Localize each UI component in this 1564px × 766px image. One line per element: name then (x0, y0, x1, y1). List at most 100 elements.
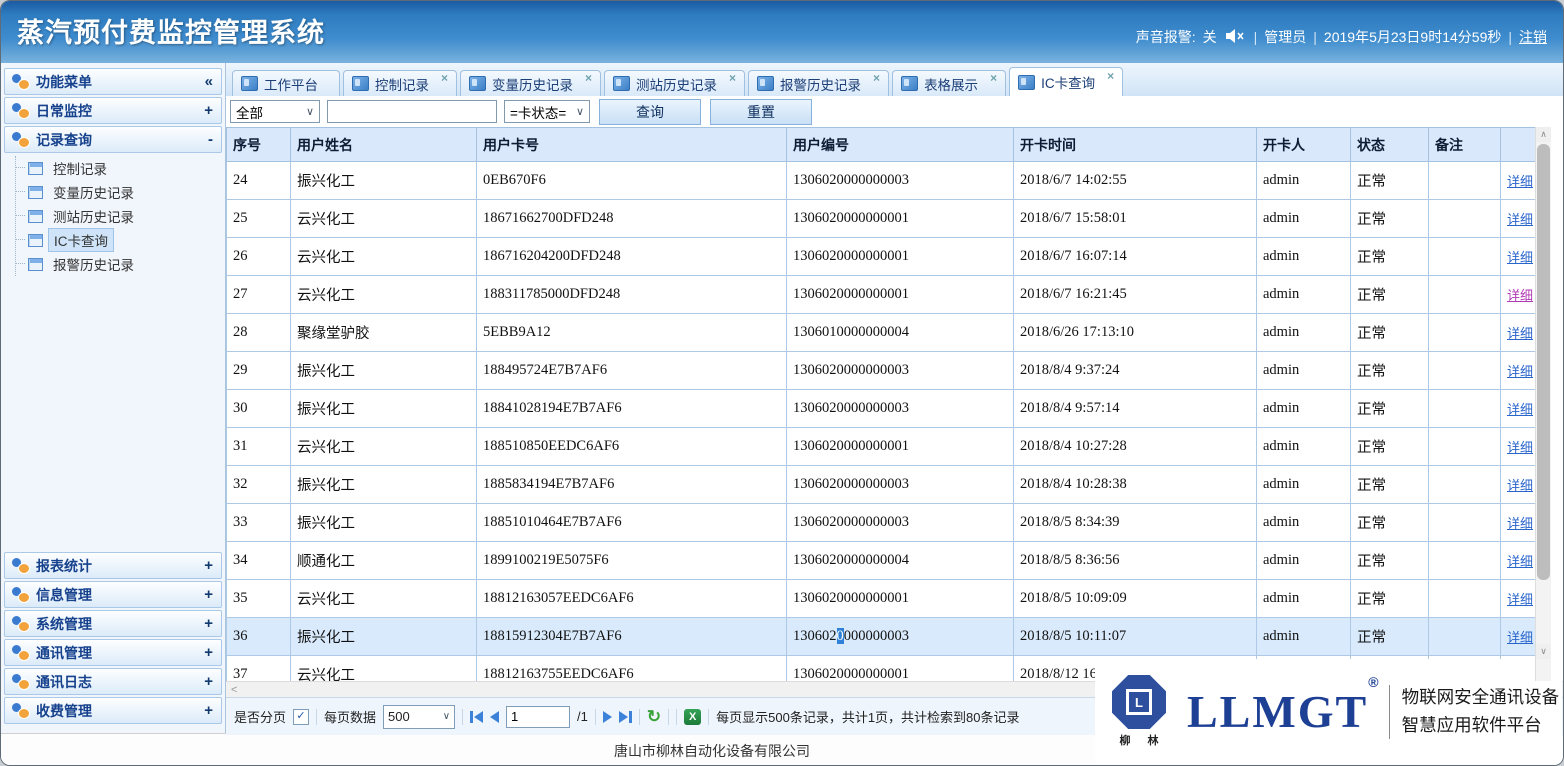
tab-3[interactable]: 测站历史记录× (604, 70, 745, 96)
expand-icon[interactable]: + (204, 102, 213, 119)
reset-button[interactable]: 重置 (710, 99, 812, 125)
tab-5[interactable]: 表格展示× (892, 70, 1006, 96)
sidebar-group-header[interactable]: 信息管理+ (4, 581, 222, 608)
expand-icon[interactable]: + (204, 615, 213, 632)
close-icon[interactable]: × (861, 71, 880, 85)
table-row[interactable]: 36振兴化工18815912304E7B7AF61306020000000003… (227, 618, 1537, 656)
cell-user-no: 1306020000000003 (787, 352, 1014, 390)
table-row[interactable]: 31云兴化工188510850EEDC6AF613060200000000012… (227, 428, 1537, 466)
expand-icon[interactable]: + (204, 644, 213, 661)
close-icon[interactable]: × (429, 71, 448, 85)
close-icon[interactable]: × (978, 71, 997, 85)
app-title: 蒸汽预付费监控管理系统 (17, 11, 325, 50)
sidebar-item-record-2[interactable]: 测站历史记录 (16, 204, 225, 228)
table-row[interactable]: 25云兴化工18671662700DFD24813060200000000012… (227, 200, 1537, 238)
cell-name: 振兴化工 (291, 466, 477, 504)
last-page-icon[interactable] (619, 711, 632, 723)
sidebar-item-ic-card-query[interactable]: IC卡查询 (16, 228, 225, 252)
table-row[interactable]: 28聚缘堂驴胶5EBB9A1213060100000000042018/6/26… (227, 314, 1537, 352)
detail-link[interactable]: 详细 (1507, 478, 1533, 493)
cell-time: 2018/8/4 10:28:38 (1014, 466, 1257, 504)
detail-link[interactable]: 详细 (1507, 174, 1533, 189)
logo-divider (1389, 685, 1390, 739)
expand-icon[interactable]: + (204, 702, 213, 719)
paging-checkbox[interactable]: ✓ (293, 709, 309, 725)
table-row[interactable]: 34顺通化工1899100219E5075F613060200000000042… (227, 542, 1537, 580)
detail-link[interactable]: 详细 (1507, 516, 1533, 531)
table-row[interactable]: 26云兴化工186716204200DFD2481306020000000001… (227, 238, 1537, 276)
search-button[interactable]: 查询 (599, 99, 701, 125)
column-header: 用户姓名 (291, 128, 477, 162)
sidebar-group-header[interactable]: 日常监控+ (4, 97, 222, 124)
category-select[interactable]: 全部 ∨ (230, 100, 320, 123)
table-row[interactable]: 30振兴化工18841028194E7B7AF61306020000000003… (227, 390, 1537, 428)
vertical-scrollbar-thumb[interactable] (1537, 144, 1550, 580)
detail-link[interactable]: 详细 (1507, 364, 1533, 379)
cell-time: 2018/8/5 10:11:07 (1014, 618, 1257, 656)
speaker-mute-icon[interactable] (1226, 29, 1245, 46)
close-icon[interactable]: × (573, 71, 592, 85)
tab-2[interactable]: 变量历史记录× (460, 70, 601, 96)
table-row[interactable]: 29振兴化工188495724E7B7AF6130602000000000320… (227, 352, 1537, 390)
sidebar-group-header[interactable]: 收费管理+ (4, 697, 222, 724)
sidebar-group-header[interactable]: 记录查询- (4, 126, 222, 153)
next-page-icon[interactable] (603, 711, 612, 723)
detail-link[interactable]: 详细 (1507, 402, 1533, 417)
header-status-bar: 声音报警: 关 | 管理员 | 2019年5月23日9时14分59秒 | 注销 (1136, 27, 1547, 47)
detail-link[interactable]: 详细 (1507, 592, 1533, 607)
refresh-icon[interactable]: ↻ (647, 708, 661, 725)
detail-link[interactable]: 详细 (1507, 250, 1533, 265)
detail-link[interactable]: 详细 (1507, 440, 1533, 455)
scroll-left-icon[interactable]: < (226, 684, 237, 696)
tab-0[interactable]: 工作平台 (232, 70, 340, 96)
tab-1[interactable]: 控制记录× (343, 70, 457, 96)
column-header: 用户编号 (787, 128, 1014, 162)
table-row[interactable]: 24振兴化工0EB670F613060200000000032018/6/7 1… (227, 162, 1537, 200)
sidebar-group-header[interactable]: 报表统计+ (4, 552, 222, 579)
logout-link[interactable]: 注销 (1519, 27, 1547, 47)
prev-page-icon[interactable] (490, 711, 499, 723)
first-page-icon[interactable] (470, 711, 483, 723)
detail-link[interactable]: 详细 (1507, 288, 1533, 303)
cell-no: 29 (227, 352, 291, 390)
cell-user-no: 1306020000000001 (787, 276, 1014, 314)
sidebar-group-header[interactable]: 通讯日志+ (4, 668, 222, 695)
excel-export-icon[interactable]: X (684, 709, 701, 725)
card-status-select[interactable]: =卡状态= ∨ (504, 100, 590, 123)
sidebar-item-record-0[interactable]: 控制记录 (16, 156, 225, 180)
sidebar-menu-header[interactable]: 功能菜单 « (4, 68, 222, 95)
table-row[interactable]: 27云兴化工188311785000DFD2481306020000000001… (227, 276, 1537, 314)
detail-link[interactable]: 详细 (1507, 630, 1533, 645)
sidebar-item-label: 测站历史记录 (48, 205, 139, 227)
sidebar-item-record-4[interactable]: 报警历史记录 (16, 252, 225, 276)
collapse-group-icon[interactable]: - (208, 131, 213, 148)
sidebar-item-record-1[interactable]: 变量历史记录 (16, 180, 225, 204)
detail-link[interactable]: 详细 (1507, 554, 1533, 569)
cell-no: 31 (227, 428, 291, 466)
vertical-scrollbar[interactable]: ∧ ∨ (1535, 127, 1551, 681)
sidebar-group-label: 报表统计 (36, 556, 204, 576)
page-number-input[interactable] (506, 706, 570, 728)
expand-icon[interactable]: + (204, 586, 213, 603)
expand-icon[interactable]: + (204, 557, 213, 574)
cell-user-no: 1306020000000003 (787, 162, 1014, 200)
close-icon[interactable]: × (1095, 69, 1114, 83)
cell-remark (1429, 276, 1501, 314)
people-icon (12, 645, 29, 660)
sidebar-group-header[interactable]: 系统管理+ (4, 610, 222, 637)
scroll-up-icon[interactable]: ∧ (1536, 127, 1551, 142)
expand-icon[interactable]: + (204, 673, 213, 690)
table-row[interactable]: 35云兴化工18812163057EEDC6AF6130602000000000… (227, 580, 1537, 618)
table-row[interactable]: 32振兴化工1885834194E7B7AF613060200000000032… (227, 466, 1537, 504)
sidebar-group-header[interactable]: 通讯管理+ (4, 639, 222, 666)
scroll-down-icon[interactable]: ∨ (1536, 644, 1551, 659)
collapse-sidebar-icon[interactable]: « (205, 73, 213, 90)
tab-4[interactable]: 报警历史记录× (748, 70, 889, 96)
close-icon[interactable]: × (717, 71, 736, 85)
detail-link[interactable]: 详细 (1507, 326, 1533, 341)
per-page-select[interactable]: 500 ∨ (383, 705, 455, 729)
detail-link[interactable]: 详细 (1507, 212, 1533, 227)
table-row[interactable]: 33振兴化工18851010464E7B7AF61306020000000003… (227, 504, 1537, 542)
tab-6[interactable]: IC卡查询× (1009, 67, 1123, 96)
keyword-input[interactable] (327, 100, 497, 123)
